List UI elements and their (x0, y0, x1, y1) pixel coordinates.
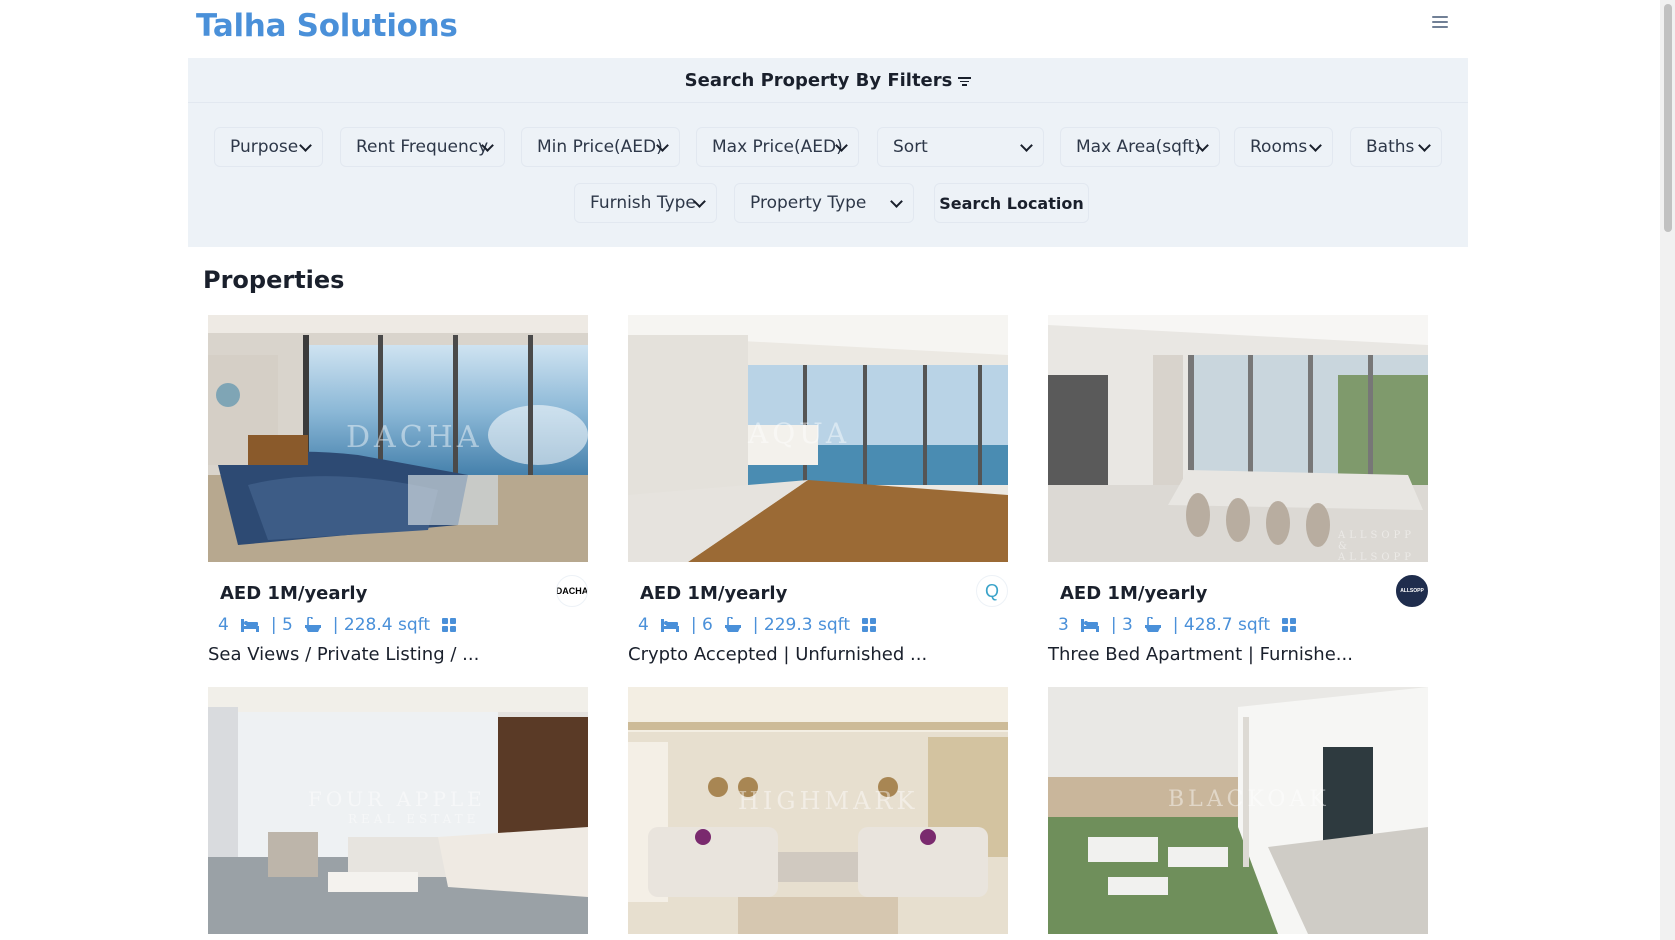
property-meta: 4 | 5 | 228.4 sqft (212, 615, 462, 635)
rooms-select-label: Rooms (1250, 137, 1308, 157)
page: Talha Solutions Search Property By Filte… (0, 0, 1660, 940)
property-image[interactable]: FOUR APPLE REAL ESTATE (208, 687, 588, 934)
baths-select[interactable]: Baths (1350, 127, 1442, 167)
bath-icon (724, 617, 741, 632)
scrollbar-thumb[interactable] (1664, 4, 1672, 232)
max-price-select[interactable]: Max Price(AED) (696, 127, 859, 167)
furnish-type-select-label: Furnish Type (590, 193, 696, 213)
area-value: | 229.3 sqft (752, 615, 850, 635)
property-image[interactable]: DACHA (208, 315, 588, 562)
image-watermark: AQUA (748, 417, 851, 450)
agency-logo: Q (976, 575, 1008, 607)
agency-logo-text: Q (984, 580, 999, 601)
image-watermark: FOUR APPLE (308, 787, 486, 811)
sort-select[interactable]: Sort (877, 127, 1044, 167)
grid-icon (441, 618, 456, 632)
min-price-select[interactable]: Min Price(AED) (521, 127, 680, 167)
property-type-select-label: Property Type (750, 193, 867, 213)
image-watermark: ALLSOPP & ALLSOPP (1338, 530, 1416, 562)
property-image[interactable]: BLACKOAK (1048, 687, 1428, 934)
property-image[interactable]: HIGHMARK (628, 687, 1008, 934)
filter-icon (958, 77, 972, 86)
chevron-down-icon (1309, 139, 1322, 152)
bath-icon (304, 617, 321, 632)
area-value: | 428.7 sqft (1172, 615, 1270, 635)
property-image[interactable]: ALLSOPP & ALLSOPP (1048, 315, 1428, 562)
property-price: AED 1M/yearly (220, 583, 368, 604)
chevron-down-icon (1020, 139, 1033, 152)
baths-count: | 3 (1110, 615, 1133, 635)
brand-logo[interactable]: Talha Solutions (196, 8, 458, 44)
chevron-down-icon (1418, 139, 1431, 152)
rooms-select[interactable]: Rooms (1234, 127, 1333, 167)
rooms-count: 3 (1058, 615, 1069, 635)
search-location-button[interactable]: Search Location (934, 183, 1089, 223)
filter-panel: Search Property By Filters Purpose Rent … (188, 58, 1468, 247)
sort-select-label: Sort (893, 137, 928, 157)
image-watermark: BLACKOAK (1168, 787, 1330, 812)
bed-icon (1080, 618, 1099, 632)
image-watermark: HIGHMARK (738, 787, 919, 815)
property-title[interactable]: Three Bed Apartment | Furnishe... (1048, 644, 1353, 665)
property-meta: 3 | 3 | 428.7 sqft (1052, 615, 1302, 635)
bed-icon (660, 618, 679, 632)
baths-count: | 6 (690, 615, 713, 635)
property-price: AED 1M/yearly (640, 583, 788, 604)
agency-logo: ALLSOPP (1396, 575, 1428, 607)
min-price-select-label: Min Price(AED) (537, 137, 663, 157)
max-area-select[interactable]: Max Area(sqft) (1060, 127, 1220, 167)
max-price-select-label: Max Price(AED) (712, 137, 843, 157)
image-watermark-subtext: REAL ESTATE (348, 812, 480, 826)
agency-logo-text: ALLSOPP (1400, 588, 1424, 594)
area-value: | 228.4 sqft (332, 615, 430, 635)
property-price: AED 1M/yearly (1060, 583, 1208, 604)
filter-title: Search Property By Filters (684, 69, 953, 91)
grid-icon (1281, 618, 1296, 632)
furnish-type-select[interactable]: Furnish Type (574, 183, 717, 223)
grid-icon (861, 618, 876, 632)
bath-icon (1144, 617, 1161, 632)
baths-count: | 5 (270, 615, 293, 635)
properties-heading: Properties (203, 266, 345, 294)
rent-frequency-select-label: Rent Frequency (356, 137, 489, 157)
purpose-select[interactable]: Purpose (214, 127, 323, 167)
property-type-select[interactable]: Property Type (734, 183, 914, 223)
rooms-count: 4 (218, 615, 229, 635)
chevron-down-icon (299, 139, 312, 152)
bed-icon (240, 618, 259, 632)
rent-frequency-select[interactable]: Rent Frequency (340, 127, 505, 167)
agency-logo: DACHA (556, 575, 588, 607)
baths-select-label: Baths (1366, 137, 1415, 157)
chevron-down-icon (890, 195, 903, 208)
rooms-count: 4 (638, 615, 649, 635)
purpose-select-label: Purpose (230, 137, 299, 157)
property-title[interactable]: Sea Views / Private Listing / ... (208, 644, 479, 665)
property-image[interactable]: AQUA (628, 315, 1008, 562)
image-watermark: DACHA (346, 420, 483, 455)
hamburger-menu-icon[interactable] (1432, 16, 1448, 30)
agency-logo-text: DACHA (556, 586, 588, 596)
property-title[interactable]: Crypto Accepted | Unfurnished ... (628, 644, 927, 665)
filter-header: Search Property By Filters (188, 58, 1468, 103)
page-scrollbar[interactable] (1660, 0, 1675, 940)
property-meta: 4 | 6 | 229.3 sqft (632, 615, 882, 635)
max-area-select-label: Max Area(sqft) (1076, 137, 1201, 157)
